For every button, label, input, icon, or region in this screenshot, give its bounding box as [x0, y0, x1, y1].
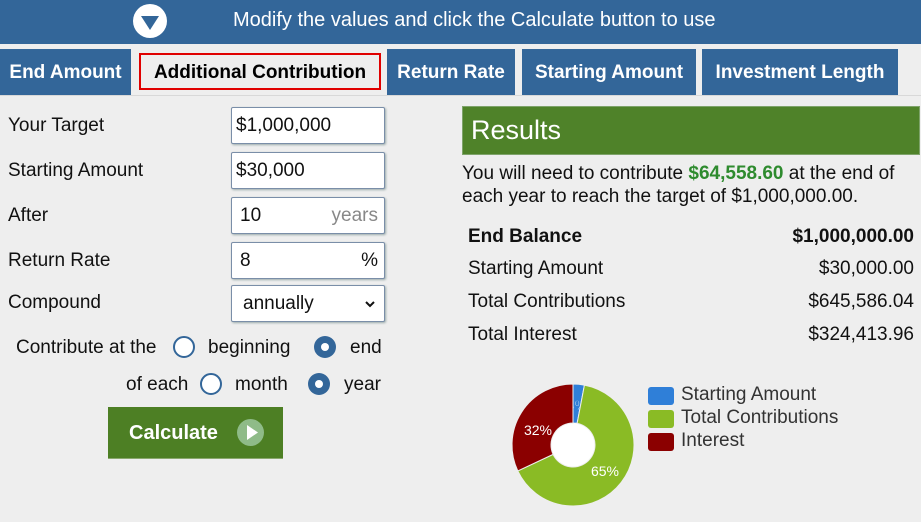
- breakdown-donut-chart: 3%65%32%: [511, 383, 635, 507]
- target-label: Your Target: [8, 115, 105, 136]
- calculate-label: Calculate: [129, 422, 218, 444]
- tab-starting-amount[interactable]: Starting Amount: [522, 49, 696, 96]
- radio-year-label: year: [344, 374, 381, 395]
- slice-interest-label: 32%: [524, 422, 552, 438]
- radio-month-label: month: [235, 374, 288, 395]
- result-value: $645,586.04: [808, 291, 914, 312]
- compound-selected: annually: [243, 293, 314, 314]
- summary-amount: $64,558.60: [688, 163, 784, 184]
- compound-label: Compound: [8, 292, 101, 313]
- slice-total-contributions-label: 65%: [591, 463, 619, 479]
- return-rate-input[interactable]: 8 %: [231, 242, 385, 279]
- results-summary: You will need to contribute $64,558.60 a…: [462, 162, 920, 208]
- legend-swatch: [648, 433, 674, 451]
- tab-divider: [0, 95, 921, 96]
- radio-month[interactable]: [200, 373, 222, 395]
- years-input[interactable]: 10 years: [231, 197, 385, 234]
- result-value: $1,000,000.00: [792, 226, 914, 247]
- percent-suffix: %: [361, 250, 378, 271]
- tab-label: End Amount: [9, 62, 122, 83]
- chevron-down-icon: [365, 301, 375, 308]
- contribute-timing-label: Contribute at the: [16, 337, 157, 358]
- results-title: Results: [471, 115, 562, 145]
- tab-label: Additional Contribution: [153, 62, 367, 83]
- radio-beginning[interactable]: [173, 336, 195, 358]
- chevron-down-circle-icon[interactable]: [133, 4, 167, 38]
- result-value: $30,000.00: [818, 258, 914, 279]
- result-label: Total Interest: [468, 324, 577, 345]
- results-header: Results: [462, 106, 920, 155]
- summary-prefix: You will need to contribute: [462, 163, 689, 184]
- play-icon: [237, 419, 264, 446]
- result-label: End Balance: [468, 226, 583, 247]
- tab-label: Return Rate: [397, 62, 505, 83]
- calculator-tabs: End Amount Additional Contribution Retur…: [0, 49, 921, 96]
- info-banner: Modify the values and click the Calculat…: [0, 0, 921, 44]
- banner-message: Modify the values and click the Calculat…: [233, 9, 716, 31]
- tab-label: Starting Amount: [534, 62, 684, 83]
- tab-label: Investment Length: [715, 62, 885, 83]
- legend-label: Total Contributions: [681, 407, 839, 428]
- legend-swatch: [648, 410, 674, 428]
- radio-end-label: end: [350, 337, 382, 358]
- years-suffix: years: [331, 205, 378, 226]
- tab-additional-contribution[interactable]: Additional Contribution: [135, 49, 385, 96]
- legend-swatch: [648, 387, 674, 405]
- after-label: After: [8, 205, 49, 226]
- return-rate-label: Return Rate: [8, 250, 111, 271]
- target-input[interactable]: $1,000,000: [231, 107, 385, 144]
- starting-amount-label: Starting Amount: [8, 160, 144, 181]
- return-rate-value: 8: [240, 250, 251, 271]
- tab-return-rate[interactable]: Return Rate: [387, 49, 515, 96]
- tab-investment-length[interactable]: Investment Length: [702, 49, 898, 96]
- calculate-button[interactable]: Calculate: [108, 407, 283, 459]
- compound-select[interactable]: annually: [231, 285, 385, 322]
- result-value: $324,413.96: [808, 324, 914, 345]
- legend-label: Starting Amount: [681, 384, 817, 405]
- legend-label: Interest: [681, 430, 745, 451]
- result-label: Starting Amount: [468, 258, 604, 279]
- target-value: $1,000,000: [236, 115, 332, 136]
- tab-end-amount[interactable]: End Amount: [0, 49, 131, 96]
- contribute-period-label: of each: [126, 374, 189, 395]
- starting-amount-value: $30,000: [236, 160, 305, 181]
- radio-end[interactable]: [314, 336, 336, 358]
- years-value: 10: [240, 205, 262, 226]
- starting-amount-input[interactable]: $30,000: [231, 152, 385, 189]
- result-label: Total Contributions: [468, 291, 626, 312]
- radio-beginning-label: beginning: [208, 337, 291, 358]
- radio-year[interactable]: [308, 373, 330, 395]
